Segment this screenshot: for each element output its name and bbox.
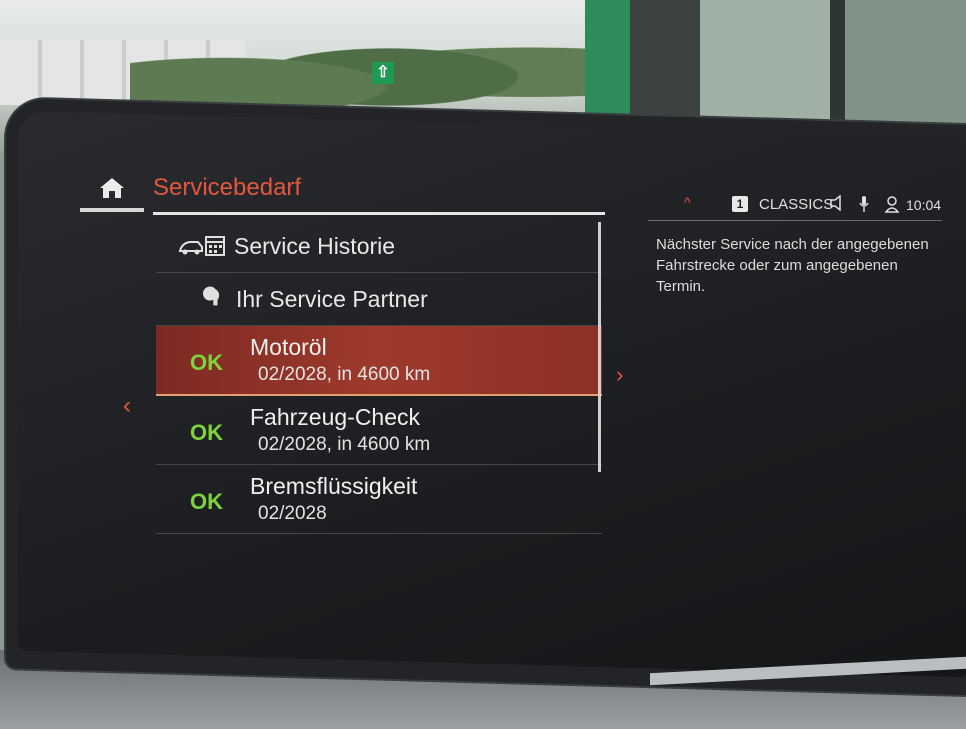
service-name: Motoröl [250,334,327,360]
menu-item-service-history[interactable]: Service Historie [156,220,602,273]
home-tab-underline [80,208,144,212]
clock: 10:04 [906,197,942,213]
menu-item-service-partner[interactable]: Ihr Service Partner [156,273,602,326]
nav-left-arrow[interactable]: ‹ [123,392,131,420]
status-divider [648,220,942,221]
service-due: 02/2028, in 4600 km [258,364,431,385]
list-scrollbar[interactable] [598,222,601,472]
menu-item-label: Ihr Service Partner [236,286,428,312]
service-item-fahrzeug-check[interactable]: OK Fahrzeug-Check 02/2028, in 4600 km [156,396,602,465]
radio-preset-badge: 1 [732,196,748,212]
title-divider [153,212,605,215]
speaker-icon [830,195,841,211]
service-item-motoroel[interactable]: OK Motoröl 02/2028, in 4600 km [156,326,602,396]
info-panel-text: Nächster Service nach der angegebenen Fa… [656,236,929,295]
nav-right-arrow[interactable]: › [616,362,623,388]
home-tab[interactable] [80,172,144,216]
background-trees [130,20,600,115]
service-due: 02/2028 [258,503,327,524]
car-calendar-icon [178,236,225,256]
wrench-icon [203,286,220,306]
exit-sign: ⇧ [372,62,394,84]
microphone-icon [859,196,869,212]
status-bar: ^ 1 CLASSICS 10:04 [680,194,942,218]
service-item-bremsfluessigkeit[interactable]: OK Bremsflüssigkeit 02/2028 [156,465,602,534]
status-ok-label: OK [190,350,223,375]
service-name: Fahrzeug-Check [250,404,421,430]
radio-station-name[interactable]: CLASSICS [759,196,833,213]
service-due: 02/2028, in 4600 km [258,434,431,455]
service-list: Service Historie Ihr Service Partner OK … [156,220,602,534]
status-ok-label: OK [190,420,223,445]
status-ok-label: OK [190,489,223,514]
home-icon [100,178,124,198]
user-profile-icon [884,196,900,213]
expand-up-arrow[interactable]: ^ [684,194,691,210]
service-name: Bremsflüssigkeit [250,473,418,499]
page-title: Servicebedarf [153,174,302,201]
menu-item-label: Service Historie [234,233,396,259]
